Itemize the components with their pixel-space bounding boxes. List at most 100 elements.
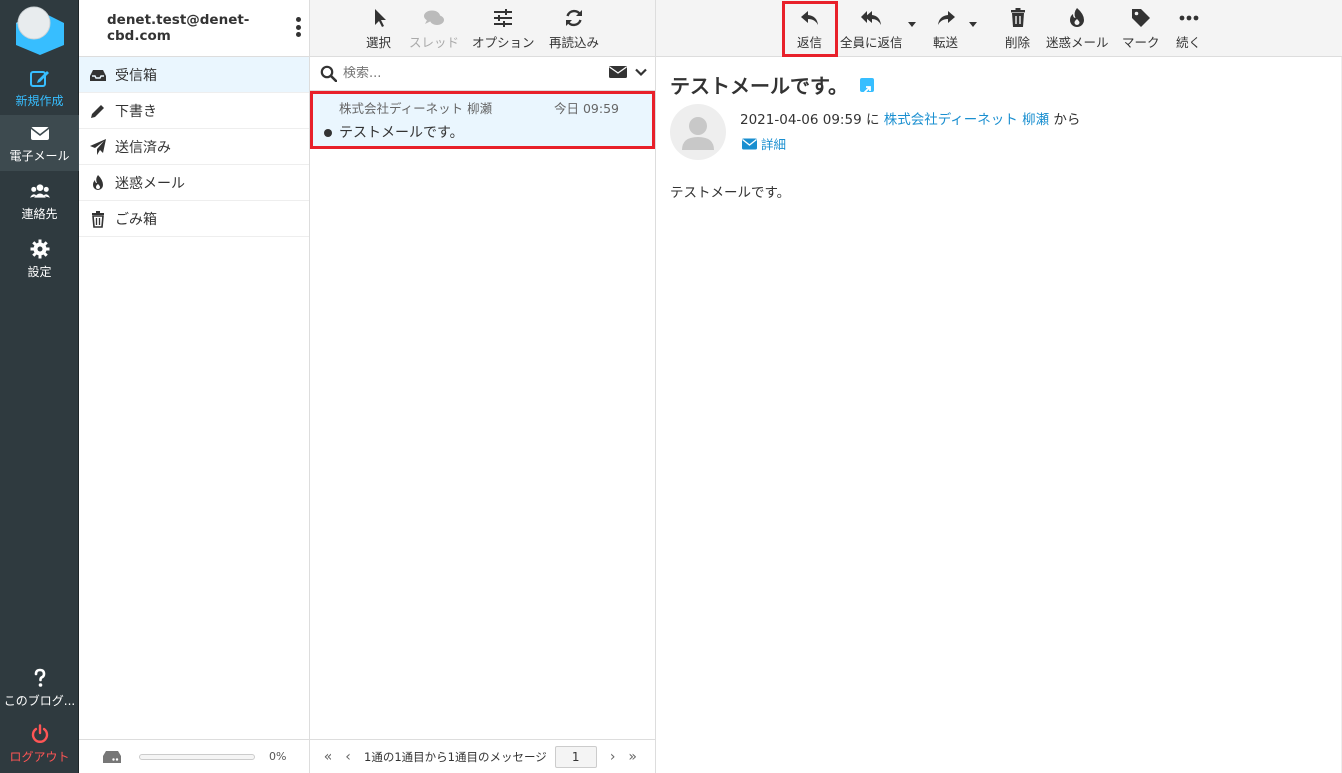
junk-label: 迷惑メール [1046,34,1109,50]
more-button[interactable]: 続く [1176,0,1201,57]
webmail-app: 新規作成 電子メール 連絡先 設定 このブログ... ログアウト denet.t… [0,0,1342,773]
folder-inbox[interactable]: 受信箱 [79,57,309,93]
refresh-label: 再読込み [549,34,600,50]
refresh-button[interactable]: 再読込み [549,0,599,57]
message-list-panel: 選択 スレッド オプション 再読込み 株式会社ディーネッ [310,0,656,773]
mark-button[interactable]: マーク [1122,0,1160,57]
tag-icon [1131,8,1150,27]
folder-label: 送信済み [115,139,171,156]
reply-all-dropdown-icon[interactable] [908,22,916,27]
select-button[interactable]: 選択 [366,0,391,57]
paper-plane-icon [90,138,106,155]
account-name: denet.test@denet-cbd.com [107,12,250,44]
first-page-button[interactable]: « [318,747,338,767]
compose-button[interactable]: 新規作成 [0,60,79,116]
quota-percent: 0% [269,750,287,763]
question-icon [34,668,45,687]
folder-panel: denet.test@denet-cbd.com 受信箱 下書き 送信済み 迷惑… [79,0,310,773]
folder-drafts[interactable]: 下書き [79,93,309,129]
search-bar [310,57,655,91]
contacts-button[interactable]: 連絡先 [0,173,79,229]
forward-dropdown-icon[interactable] [969,22,977,27]
from-suffix: から [1049,112,1081,128]
junk-button[interactable]: 迷惑メール [1046,0,1109,57]
refresh-icon [566,9,582,26]
list-toolbar: 選択 スレッド オプション 再読込み [310,0,655,57]
envelope-filter-icon[interactable] [609,65,627,79]
details-link[interactable]: 詳細 [742,134,786,153]
forward-icon [937,10,955,25]
compose-label: 新規作成 [15,93,64,108]
mail-button[interactable]: 電子メール [0,115,79,171]
unread-dot-icon[interactable] [324,129,332,137]
pagination: « ‹ 1通の1通目から1通目のメッセージ 1 › » [310,739,655,773]
logout-button[interactable]: ログアウト [0,716,79,772]
cursor-icon [374,8,386,27]
message-date: 今日 09:59 [554,101,619,116]
user-icon [682,117,714,150]
folder-label: 迷惑メール [115,175,185,192]
select-label: 選択 [366,34,392,50]
about-button[interactable]: このブログ... [0,660,79,716]
message-from: 株式会社ディーネット 柳瀬 [339,101,493,116]
envelope-icon [742,138,757,149]
folder-sent[interactable]: 送信済み [79,129,309,165]
contacts-label: 連絡先 [21,206,58,221]
open-in-new-window-icon[interactable] [860,77,874,94]
forward-button[interactable]: 転送 [933,0,958,57]
account-menu-icon[interactable] [295,17,301,37]
date-suffix: に [861,112,884,128]
last-page-button[interactable]: » [623,747,643,767]
trash-icon [1010,7,1025,27]
folder-junk[interactable]: 迷惑メール [79,165,309,201]
options-label: オプション [472,34,535,50]
inbox-icon [90,69,106,81]
search-icon [320,65,337,82]
message-meta: 2021-04-06 09:59 に 株式会社ディーネット 柳瀬 から [740,108,1080,128]
delete-button[interactable]: 削除 [1005,0,1030,57]
reply-all-icon [861,10,882,25]
thread-button[interactable]: スレッド [409,0,459,57]
message-count: 1通の1通目から1通目のメッセージ [364,749,547,764]
details-label: 詳細 [761,137,787,152]
account-header: denet.test@denet-cbd.com [79,0,309,57]
sender-link[interactable]: 株式会社ディーネット 柳瀬 [884,112,1049,128]
options-button[interactable]: オプション [472,0,535,57]
navigation-rail: 新規作成 電子メール 連絡先 設定 このブログ... ログアウト [0,0,79,773]
storage-icon [103,750,121,763]
search-input[interactable] [343,66,573,81]
logout-label: ログアウト [9,749,70,764]
message-row[interactable]: 株式会社ディーネット 柳瀬 今日 09:59 テストメールです。 [310,91,655,149]
reply-all-label: 全員に返信 [840,34,903,50]
reply-button[interactable]: 返信 [797,0,822,57]
page-input[interactable]: 1 [554,745,597,768]
prev-page-button[interactable]: ‹ [338,747,358,767]
message-toolbar: 返信 全員に返信 転送 削除 迷惑メール マーク 続く [656,0,1342,57]
reply-all-button[interactable]: 全員に返信 [840,0,903,57]
ellipsis-icon [1179,15,1198,20]
thread-label: スレッド [409,34,460,50]
quota-bar [139,753,255,760]
settings-button[interactable]: 設定 [0,231,79,287]
pencil-icon [91,104,104,118]
fire-icon [1070,7,1085,27]
more-label: 続く [1176,34,1202,50]
reply-label: 返信 [797,34,823,50]
mark-label: マーク [1122,34,1160,50]
folder-trash[interactable]: ごみ箱 [79,201,309,237]
settings-label: 設定 [27,264,52,279]
app-logo [16,6,64,55]
sender-avatar [670,104,726,160]
gear-icon [30,239,49,258]
folder-label: 受信箱 [115,67,157,84]
chevron-down-icon[interactable] [635,66,647,78]
subject-text: テストメールです。 [670,74,848,98]
message-subject: テストメールです。 [339,125,464,141]
trash-icon [92,210,104,228]
search-tools [609,65,647,79]
delete-label: 削除 [1005,34,1031,50]
message-pane: 返信 全員に返信 転送 削除 迷惑メール マーク 続く テストメールです。 20… [656,0,1342,773]
next-page-button[interactable]: › [603,747,623,767]
message-subject-heading: テストメールです。 [670,70,874,99]
mail-label: 電子メール [9,148,70,163]
